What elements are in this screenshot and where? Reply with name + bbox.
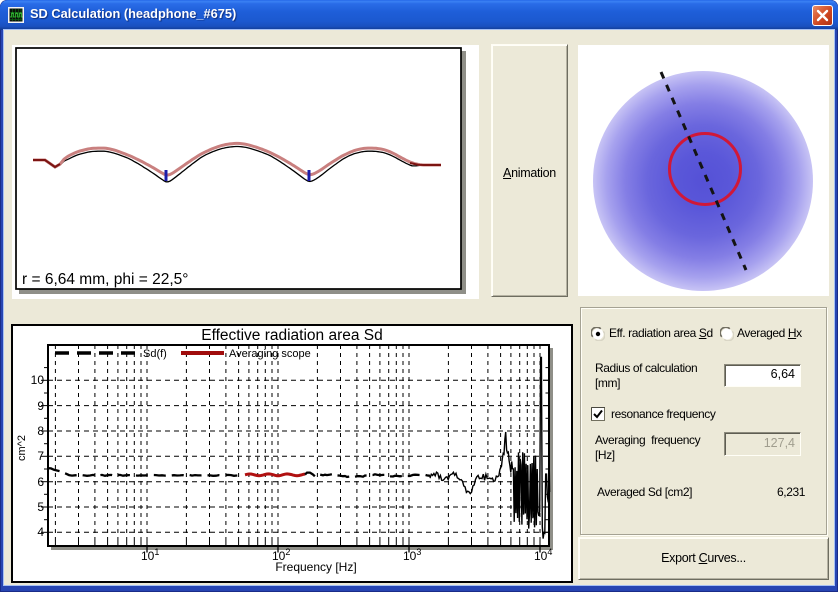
svg-text:r = 6,64 mm, phi = 22,5°: r = 6,64 mm, phi = 22,5° [22, 271, 188, 288]
svg-text:9: 9 [37, 399, 44, 413]
svg-text:10: 10 [31, 373, 45, 387]
svg-text:5: 5 [37, 500, 44, 514]
svg-text:4: 4 [37, 525, 44, 539]
svg-text:8: 8 [37, 424, 44, 438]
svg-text:Sd(f): Sd(f) [143, 348, 167, 360]
svg-text:6: 6 [37, 475, 44, 489]
svg-text:Frequency [Hz]: Frequency [Hz] [275, 560, 356, 574]
svg-text:7: 7 [37, 449, 44, 463]
svg-text:Averaging scope: Averaging scope [229, 348, 311, 360]
svg-text:cm^2: cm^2 [16, 435, 28, 461]
svg-text:Effective radiation area Sd: Effective radiation area Sd [201, 327, 383, 344]
